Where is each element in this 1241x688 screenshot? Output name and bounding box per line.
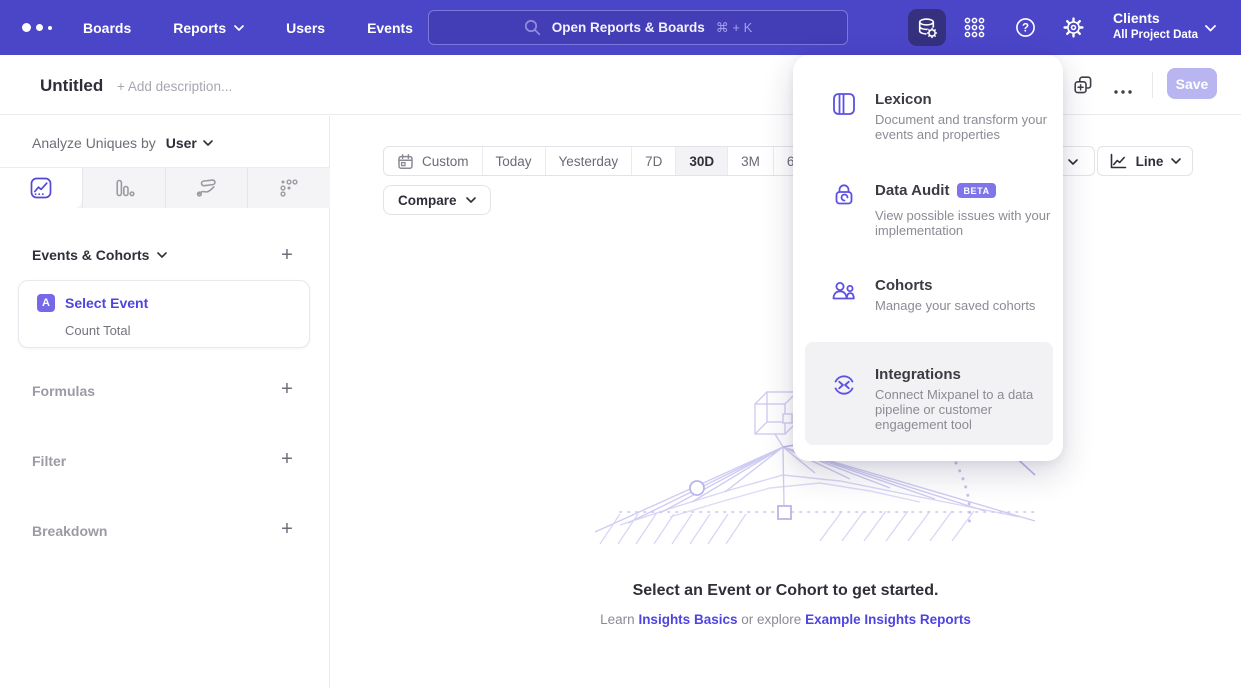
add-breakdown-button[interactable]: + xyxy=(276,518,298,540)
menu-item-title: Lexicon xyxy=(875,91,1059,108)
chevron-down-icon[interactable] xyxy=(1205,25,1216,32)
date-range-control: Custom Today Yesterday 7D 30D 3M 6M xyxy=(383,146,820,176)
query-builder-sidebar: Analyze Uniques by User xyxy=(0,116,330,688)
bar-chart-icon xyxy=(113,177,135,199)
add-formula-button[interactable]: + xyxy=(276,378,298,400)
search-icon xyxy=(524,19,541,36)
svg-text:?: ? xyxy=(1022,23,1029,35)
nav-reports[interactable]: Reports xyxy=(173,20,244,36)
mixpanel-logo[interactable] xyxy=(22,0,52,55)
tab-stacked-chart[interactable] xyxy=(165,168,248,208)
count-total-label[interactable]: Count Total xyxy=(65,323,131,338)
save-button[interactable]: Save xyxy=(1167,68,1217,99)
or-explore-text: or explore xyxy=(741,612,801,627)
nav-events[interactable]: Events xyxy=(367,20,413,36)
learn-prefix: Learn xyxy=(600,612,635,627)
event-letter-badge: A xyxy=(37,294,55,312)
top-navbar: Boards Reports Users Events Open Reports… xyxy=(0,0,1241,55)
nav-reports-label: Reports xyxy=(173,20,226,36)
integrations-sync-icon xyxy=(830,371,858,399)
tab-line-chart[interactable] xyxy=(0,168,82,208)
settings-button[interactable] xyxy=(1062,16,1085,39)
metrics-grid-icon xyxy=(278,177,300,199)
copy-icon xyxy=(1072,74,1094,96)
stacked-chart-icon xyxy=(195,177,217,199)
date-range-today[interactable]: Today xyxy=(482,147,545,175)
search-input[interactable]: Open Reports & Boards ⌘ + K xyxy=(428,10,848,45)
report-title[interactable]: Untitled xyxy=(40,76,103,96)
menu-item-title: Cohorts xyxy=(875,277,1059,294)
analyze-uniques-by: Analyze Uniques by User xyxy=(32,135,213,151)
primary-nav: Boards Reports Users Events xyxy=(83,0,413,55)
ellipsis-icon xyxy=(1112,89,1134,95)
date-range-7d[interactable]: 7D xyxy=(631,147,675,175)
nav-boards[interactable]: Boards xyxy=(83,20,131,36)
cohorts-users-icon xyxy=(830,277,858,305)
menu-item-title: Data Audit BETA xyxy=(875,182,1059,199)
insights-basics-link[interactable]: Insights Basics xyxy=(638,612,737,627)
events-cohorts-header[interactable]: Events & Cohorts xyxy=(32,247,167,263)
project-subtitle: All Project Data xyxy=(1113,28,1198,43)
divider xyxy=(1152,72,1153,98)
chart-type-tabs xyxy=(0,167,330,208)
example-insights-reports-link[interactable]: Example Insights Reports xyxy=(805,612,971,627)
help-button[interactable]: ? xyxy=(1014,16,1037,39)
help-icon: ? xyxy=(1014,16,1037,39)
chevron-down-icon xyxy=(203,140,213,146)
add-description-field[interactable]: + Add description... xyxy=(117,79,232,94)
add-event-button[interactable]: + xyxy=(276,244,298,266)
data-management-menu: Lexicon Document and transform your even… xyxy=(793,55,1063,461)
chevron-down-icon xyxy=(1171,158,1181,164)
analyze-prefix: Analyze Uniques by xyxy=(32,135,156,151)
menu-item-description: Connect Mixpanel to a data pipeline or c… xyxy=(875,387,1059,432)
nav-users[interactable]: Users xyxy=(286,20,325,36)
line-chart-icon xyxy=(30,177,52,199)
date-range-30d-selected[interactable]: 30D xyxy=(675,147,727,175)
duplicate-button[interactable] xyxy=(1072,74,1094,101)
line-chart-icon xyxy=(1109,153,1128,170)
date-range-3m[interactable]: 3M xyxy=(727,147,773,175)
empty-state-heading: Select an Event or Cohort to get started… xyxy=(330,582,1241,600)
add-filter-button[interactable]: + xyxy=(276,448,298,470)
date-range-yesterday[interactable]: Yesterday xyxy=(545,147,632,175)
chevron-down-icon xyxy=(234,25,244,31)
menu-item-description: View possible issues with your implement… xyxy=(875,208,1059,238)
lexicon-book-icon xyxy=(830,90,858,118)
apps-grid-button[interactable] xyxy=(963,16,986,39)
date-range-custom[interactable]: Custom xyxy=(384,147,482,175)
chevron-down-icon xyxy=(157,252,167,258)
project-title: Clients xyxy=(1113,9,1198,28)
tab-metrics-grid[interactable] xyxy=(247,168,330,208)
menu-item-description: Manage your saved cohorts xyxy=(875,298,1059,313)
chevron-down-icon xyxy=(1068,159,1078,165)
calendar-icon xyxy=(397,153,414,170)
chart-style-dropdown[interactable]: Line xyxy=(1097,146,1193,176)
settings-gear-icon xyxy=(1062,16,1085,39)
search-placeholder: Open Reports & Boards xyxy=(552,20,705,35)
menu-item-title: Integrations xyxy=(875,366,1059,383)
breakdown-section: Breakdown xyxy=(32,523,107,539)
mixpanel-insights-app: Boards Reports Users Events Open Reports… xyxy=(0,0,1241,688)
analyze-value-dropdown[interactable]: User xyxy=(166,135,213,151)
compare-dropdown[interactable]: Compare xyxy=(383,185,491,215)
data-management-icon xyxy=(915,16,939,40)
menu-item-description: Document and transform your events and p… xyxy=(875,112,1059,142)
event-card[interactable]: A Select Event Count Total xyxy=(18,280,310,348)
data-audit-icon xyxy=(830,181,858,209)
filter-section: Filter xyxy=(32,453,66,469)
project-switcher[interactable]: Clients All Project Data xyxy=(1113,9,1198,43)
beta-badge: BETA xyxy=(957,183,995,198)
chevron-down-icon xyxy=(466,197,476,203)
data-management-button[interactable] xyxy=(908,9,946,46)
search-shortcut: ⌘ + K xyxy=(716,20,753,36)
select-event-label[interactable]: Select Event xyxy=(65,295,148,311)
tab-bar-chart[interactable] xyxy=(82,168,165,208)
empty-state-subtext: Learn Insights Basics or explore Example… xyxy=(330,612,1241,627)
apps-grid-icon xyxy=(963,16,986,39)
more-options-button[interactable] xyxy=(1112,82,1134,100)
formulas-section: Formulas xyxy=(32,383,95,399)
